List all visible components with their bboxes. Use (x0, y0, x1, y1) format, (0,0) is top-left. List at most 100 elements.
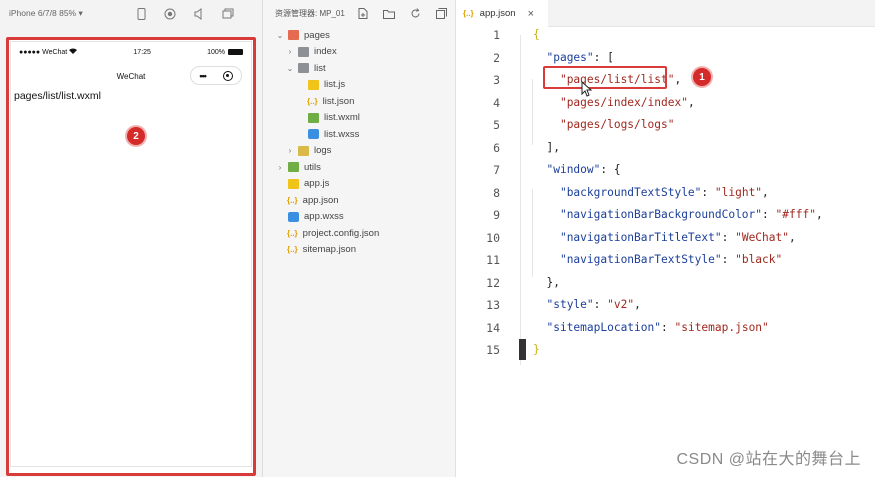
line-number: 10 (486, 230, 500, 245)
file-tree-label: list.wxss (324, 128, 360, 140)
code-token: "WeChat" (735, 230, 789, 244)
file-tree-label: project.config.json (302, 227, 380, 239)
code-token: "sitemap.json" (674, 320, 769, 334)
window-icon[interactable] (222, 8, 234, 20)
device-selector[interactable]: iPhone 6/7/8 85% ▾ (9, 8, 135, 19)
chevron-right-icon[interactable]: › (275, 163, 285, 172)
phone-icon[interactable] (135, 7, 147, 20)
file-tree-item[interactable]: ⌄ pages (275, 27, 330, 43)
code-token: , (674, 73, 682, 86)
code-token: [ (607, 50, 614, 64)
refresh-icon[interactable] (409, 8, 421, 20)
file-tree-item[interactable]: app.js (275, 176, 329, 192)
annotation-highlight-box (543, 66, 667, 89)
folder-icon (298, 145, 309, 156)
tab-app-json[interactable]: {..} app.json × (456, 0, 548, 27)
file-tree-label: pages (304, 29, 330, 41)
line-number: 2 (493, 50, 500, 65)
line-number: 7 (493, 163, 500, 177)
file-tree-label: list.js (324, 79, 346, 90)
more-icon[interactable]: ••• (199, 71, 207, 81)
code-line: 7 "window": { (456, 159, 875, 181)
collapse-all-icon[interactable] (435, 8, 447, 20)
file-tree-item[interactable]: {..} list.json (295, 93, 354, 109)
capsule-menu[interactable]: ••• (190, 66, 242, 85)
file-tree-label: app.js (304, 178, 330, 189)
file-tree-label: logs (314, 145, 332, 156)
file-tree-item[interactable]: › utils (275, 159, 321, 175)
line-number: 14 (486, 320, 500, 335)
code-text: }, (533, 272, 559, 294)
code-text: "pages/logs/logs" (533, 114, 675, 136)
status-bar: ●●●●● WeChat 17:25 100% (11, 42, 251, 62)
code-token: : (721, 230, 736, 244)
close-icon[interactable]: × (528, 8, 534, 20)
code-line: 10 "navigationBarTitleText": "WeChat", (456, 227, 875, 249)
code-text: "navigationBarTitleText": "WeChat", (533, 227, 796, 249)
file-tree-label: list (314, 62, 326, 74)
file-tree-item[interactable]: {..} project.config.json (275, 225, 379, 241)
line-number: 12 (486, 275, 500, 290)
file-tree-label: app.json (302, 194, 339, 206)
json-file-icon: {..} (287, 245, 298, 254)
code-line: 12 }, (456, 272, 875, 294)
code-token: , (634, 298, 641, 311)
code-line: 1{ (456, 24, 875, 46)
chevron-right-icon[interactable]: › (285, 146, 295, 155)
file-tree-item[interactable]: list.wxml (295, 110, 360, 126)
chevron-right-icon[interactable]: › (285, 47, 295, 56)
mouse-cursor-icon (581, 81, 593, 97)
code-text: ], (533, 137, 560, 159)
wifi-icon (69, 48, 78, 56)
code-token: "style" (546, 298, 594, 311)
code-token: : (593, 50, 608, 64)
file-tree-item[interactable]: ⌄ list (285, 60, 326, 76)
line-number: 13 (486, 298, 500, 312)
wxss-file-icon (308, 129, 319, 139)
volume-icon[interactable] (193, 7, 205, 20)
file-tree-item[interactable]: list.wxss (295, 126, 359, 142)
new-folder-icon[interactable] (383, 8, 395, 20)
simulator-panel: iPhone 6/7/8 85% ▾ ●●●●● WeChat 17:25 10… (0, 0, 263, 477)
file-tree-item[interactable]: {..} sitemap.json (275, 242, 356, 258)
file-tree-item[interactable]: app.wxss (275, 209, 344, 225)
file-tree-label: app.wxss (304, 211, 344, 222)
file-tree-item[interactable]: › index (285, 44, 337, 60)
file-tree-item[interactable]: {..} app.json (275, 192, 339, 208)
chevron-down-icon[interactable]: ⌄ (275, 31, 285, 40)
code-token: { (533, 28, 540, 41)
new-file-icon[interactable] (357, 8, 369, 20)
code-token: ], (546, 140, 560, 154)
code-line: 4 "pages/index/index", (456, 92, 875, 114)
close-miniprogram-icon[interactable] (222, 70, 233, 81)
code-text: { (533, 24, 540, 46)
folder-icon (298, 46, 309, 57)
code-token: "#fff" (775, 208, 816, 221)
code-text: "navigationBarBackgroundColor": "#fff", (533, 204, 823, 226)
file-explorer: 资源管理器: MP_01 ⌄ pages › index ⌄ list list.js {..… (263, 0, 456, 477)
phone-screen: ●●●●● WeChat 17:25 100% WeChat ••• pages… (10, 41, 252, 467)
code-text: "window": { (533, 159, 620, 181)
file-tree-label: utils (304, 161, 321, 173)
code-token: : (701, 185, 715, 199)
file-tree-item[interactable]: › logs (285, 143, 332, 159)
code-token: : (762, 208, 776, 221)
file-tree-item[interactable]: list.js (295, 77, 345, 93)
code-token: , (788, 230, 796, 244)
line-number: 1 (493, 28, 500, 42)
record-icon[interactable] (164, 8, 176, 20)
chevron-down-icon[interactable]: ⌄ (285, 64, 295, 73)
line-number: 15 (486, 343, 500, 357)
code-token: "light" (714, 185, 763, 199)
code-line: 5 "pages/logs/logs" (456, 114, 875, 136)
line-number: 11 (486, 253, 500, 267)
code-line: 9 "navigationBarBackgroundColor": "#fff"… (456, 204, 875, 226)
json-file-icon: {..} (287, 228, 298, 238)
code-token: "sitemapLocation" (546, 320, 661, 334)
